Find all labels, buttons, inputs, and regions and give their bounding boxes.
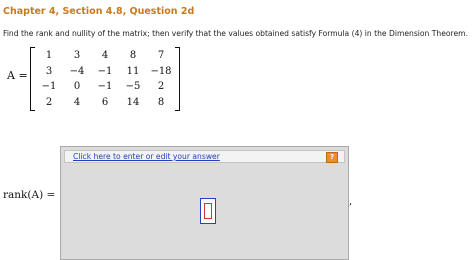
matrix-cell: −18 bbox=[150, 65, 172, 77]
matrix-cell: 8 bbox=[157, 96, 165, 108]
matrix-cell: 3 bbox=[45, 65, 53, 77]
matrix-cell: 11 bbox=[126, 65, 140, 77]
matrix-cell: 4 bbox=[73, 96, 81, 108]
answer-header: Click here to enter or edit your answer … bbox=[64, 150, 345, 163]
matrix-cell: 4 bbox=[101, 50, 109, 61]
rank-label: rank(A) = bbox=[3, 189, 56, 201]
matrix-cell: −1 bbox=[97, 81, 113, 92]
matrix-cell: 1 bbox=[45, 50, 53, 61]
trailing-comma: , bbox=[349, 196, 353, 207]
matrix-cell: 2 bbox=[157, 81, 165, 92]
matrix-cell: 8 bbox=[129, 50, 137, 61]
answer-cursor-placeholder bbox=[204, 203, 212, 219]
matrix-cell: −4 bbox=[69, 65, 85, 77]
matrix-cell: 2 bbox=[45, 96, 53, 108]
matrix-cell: −1 bbox=[41, 81, 57, 92]
help-button[interactable]: ? bbox=[326, 152, 338, 163]
matrix-cell: 3 bbox=[73, 50, 81, 61]
answer-panel: Click here to enter or edit your answer … bbox=[60, 146, 349, 260]
matrix-cell: 14 bbox=[126, 96, 140, 108]
matrix-label: A = bbox=[7, 69, 28, 82]
question-title: Chapter 4, Section 4.8, Question 2d bbox=[3, 6, 195, 17]
enter-answer-link[interactable]: Click here to enter or edit your answer bbox=[73, 152, 220, 161]
matrix-right-bracket bbox=[175, 47, 180, 111]
matrix-grid: 1 3 4 8 7 3 −4 −1 11 −18 −1 0 −1 −5 2 2 … bbox=[35, 48, 175, 110]
question-prompt: Find the rank and nullity of the matrix;… bbox=[3, 29, 468, 38]
answer-input-box[interactable] bbox=[200, 198, 216, 224]
matrix-cell: −5 bbox=[125, 81, 141, 92]
matrix-cell: −1 bbox=[97, 65, 113, 77]
matrix-cell: 6 bbox=[101, 96, 109, 108]
matrix-cell: 7 bbox=[157, 50, 165, 61]
matrix-cell: 0 bbox=[73, 81, 81, 92]
matrix-a: 1 3 4 8 7 3 −4 −1 11 −18 −1 0 −1 −5 2 2 … bbox=[30, 47, 180, 111]
